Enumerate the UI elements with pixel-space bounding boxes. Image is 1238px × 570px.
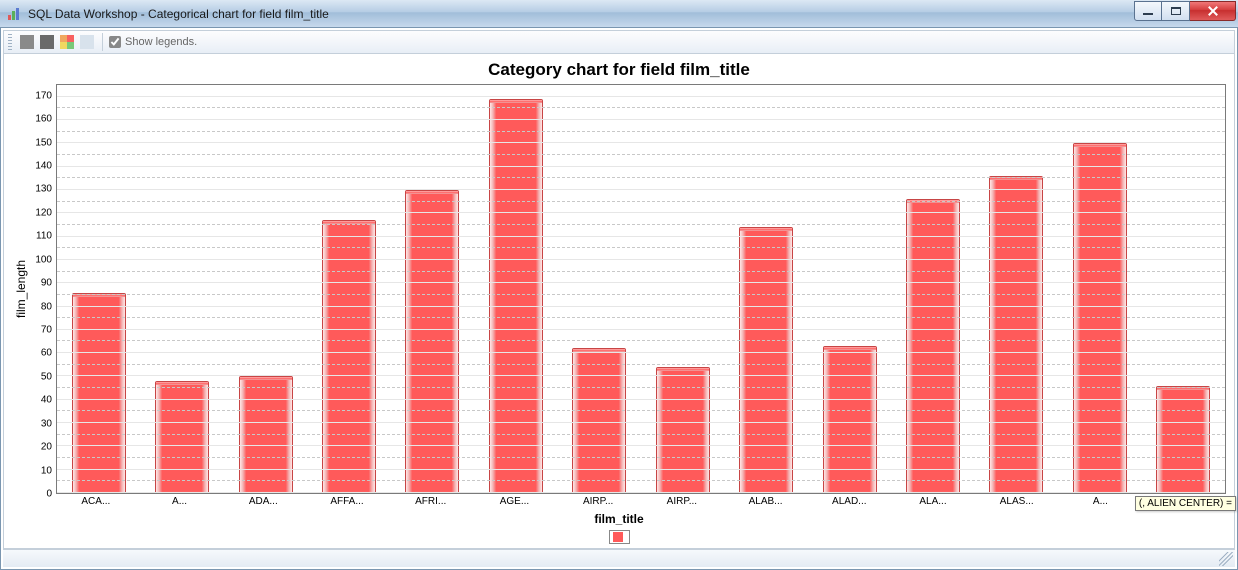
maximize-button[interactable]: [1162, 1, 1190, 21]
y-axis-ticks: 0102030405060708090100110120130140150160…: [28, 84, 56, 494]
bar-11[interactable]: [975, 85, 1058, 493]
chart-title: Category chart for field film_title: [12, 60, 1226, 80]
chart-style-3-button[interactable]: [78, 33, 96, 51]
chart-tooltip: (, ALIEN CENTER) =: [1135, 496, 1236, 511]
x-tick-label: AFRI...: [415, 496, 446, 507]
toolbar: Show legends.: [3, 30, 1235, 54]
bar-12[interactable]: [1058, 85, 1141, 493]
bar-10[interactable]: [891, 85, 974, 493]
bar-8[interactable]: [724, 85, 807, 493]
x-tick-label: ADA...: [249, 496, 278, 507]
bar-13[interactable]: [1142, 85, 1225, 493]
x-tick-label: AFFA...: [330, 496, 363, 507]
window-body: Show legends. Category chart for field f…: [0, 28, 1238, 570]
resize-grip[interactable]: [1219, 552, 1233, 566]
bar-3[interactable]: [307, 85, 390, 493]
legend-swatch: [613, 532, 623, 542]
x-tick-label: AIRP...: [667, 496, 697, 507]
chart-panel: Category chart for field film_title film…: [3, 54, 1235, 549]
status-bar: [3, 549, 1235, 567]
show-legends-label: Show legends.: [125, 36, 197, 48]
x-axis-label: film_title: [12, 512, 1226, 526]
x-tick-label: A...: [1093, 496, 1108, 507]
x-tick-label: ALAS...: [1000, 496, 1034, 507]
chart-style-color-button[interactable]: [58, 33, 76, 51]
plot-area[interactable]: [56, 84, 1226, 494]
close-icon: [1208, 6, 1218, 16]
bar-6[interactable]: [558, 85, 641, 493]
window-title: SQL Data Workshop - Categorical chart fo…: [28, 7, 329, 21]
bar-1[interactable]: [140, 85, 223, 493]
bar-7[interactable]: [641, 85, 724, 493]
x-axis-ticks: ACA... A... ADA... AFFA... AFRI... AGE... AIRP…: [54, 494, 1226, 510]
x-tick-label: ACA...: [81, 496, 110, 507]
x-tick-label: AGE...: [500, 496, 529, 507]
bar-0[interactable]: [57, 85, 140, 493]
legend[interactable]: [609, 530, 630, 544]
x-tick-label: AIRP...: [583, 496, 613, 507]
chart-style-1-button[interactable]: [18, 33, 36, 51]
x-tick-label: A...: [172, 496, 187, 507]
minimize-button[interactable]: [1134, 1, 1162, 21]
bar-4[interactable]: [391, 85, 474, 493]
window-titlebar[interactable]: SQL Data Workshop - Categorical chart fo…: [0, 0, 1238, 28]
chart-style-2-button[interactable]: [38, 33, 56, 51]
x-tick-label: ALA...: [919, 496, 946, 507]
close-button[interactable]: [1190, 1, 1236, 21]
bar-2[interactable]: [224, 85, 307, 493]
show-legends-checkbox[interactable]: Show legends.: [109, 36, 197, 48]
app-icon: [6, 6, 22, 22]
x-tick-label: ALAD...: [832, 496, 866, 507]
x-tick-label: ALAB...: [749, 496, 783, 507]
bar-9[interactable]: [808, 85, 891, 493]
bar-5[interactable]: [474, 85, 557, 493]
toolbar-separator: [102, 33, 103, 51]
toolbar-grip[interactable]: [8, 34, 12, 50]
y-axis-label: film_length: [12, 84, 28, 494]
